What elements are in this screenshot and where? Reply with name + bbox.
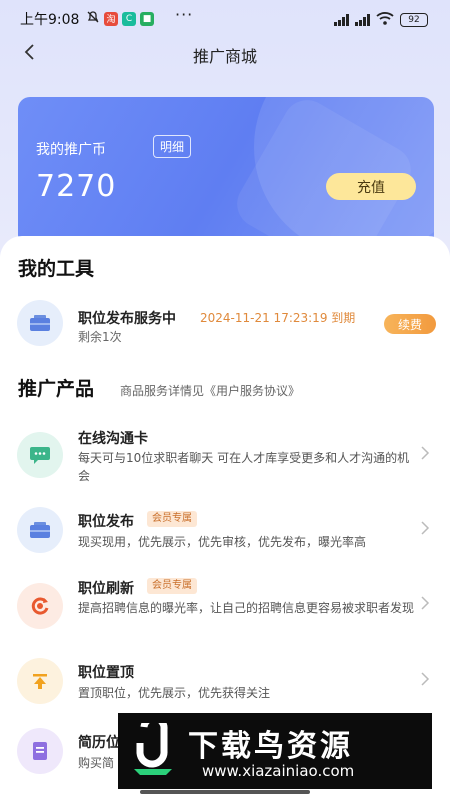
briefcase-icon — [17, 300, 63, 346]
watermark-url: www.xiazainiao.com — [202, 762, 355, 780]
app-notification-icon: C — [122, 11, 136, 26]
product-desc: 每天可与10位求职者聊天 可在人才库享受更多和人才沟通的机会 — [78, 451, 410, 483]
refresh-icon — [17, 583, 63, 629]
product-item[interactable]: 职位发布 会员专属 现买现用，优先展示，优先审核，优先发布，曝光率高 — [0, 507, 450, 561]
notification-icons: 淘 C ■ — [86, 9, 154, 28]
chat-icon — [17, 432, 63, 478]
more-notifications-icon: ··· — [175, 5, 194, 24]
resume-icon — [17, 728, 63, 774]
page-title: 推广商城 — [192, 47, 257, 66]
member-badge: 会员专属 — [147, 511, 197, 527]
pin-top-icon — [17, 658, 63, 704]
balance-card: 我的推广币 明细 7270 充值 — [18, 97, 434, 247]
wifi-icon — [376, 10, 394, 29]
member-badge: 会员专属 — [147, 578, 197, 594]
tool-name: 职位发布服务中 — [78, 311, 176, 327]
product-desc: 提高招聘信息的曝光率，让自己的招聘信息更容易被求职者发现 — [78, 601, 415, 615]
home-indicator[interactable] — [140, 790, 310, 794]
coin-balance: 7270 — [36, 169, 117, 204]
product-desc: 置顶职位，优先展示，优先获得关注 — [78, 686, 271, 700]
product-item[interactable]: 职位刷新 会员专属 提高招聘信息的曝光率，让自己的招聘信息更容易被求职者发现 — [0, 578, 450, 638]
briefcase-icon — [17, 507, 63, 553]
signal-icon — [334, 13, 349, 26]
service-agreement-link[interactable]: 商品服务详情见《用户服务协议》 — [120, 382, 300, 399]
app-notification-icon: 淘 — [104, 11, 118, 26]
tool-expire-time: 2024-11-21 17:23:19 到期 — [200, 311, 356, 325]
bird-logo-icon — [134, 723, 172, 775]
product-item[interactable]: 职位置顶 置顶职位，优先展示，优先获得关注 — [0, 658, 450, 712]
renew-button[interactable]: 续费 — [384, 314, 436, 334]
tool-remaining: 剩余1次 — [78, 330, 122, 344]
watermark-overlay: 下载鸟资源 www.xiazainiao.com — [118, 713, 432, 789]
product-name: 简历位 — [78, 735, 120, 751]
balance-label: 我的推广币 — [36, 142, 106, 158]
status-bar: 上午9:08 淘 C ■ ··· 92 — [0, 0, 450, 36]
product-name: 在线沟通卡 — [78, 431, 148, 447]
nav-header: 推广商城 — [0, 36, 450, 70]
recharge-button[interactable]: 充值 — [326, 173, 416, 200]
chevron-right-icon — [421, 672, 430, 686]
watermark-title: 下载鸟资源 — [188, 729, 353, 764]
detail-button[interactable]: 明细 — [153, 135, 192, 158]
chevron-right-icon — [421, 521, 430, 535]
product-name: 职位发布 — [78, 514, 134, 530]
battery-icon: 92 — [400, 12, 428, 27]
product-name: 职位置顶 — [78, 665, 134, 681]
status-time: 上午9:08 — [20, 12, 80, 28]
app-notification-icon: ■ — [140, 11, 154, 26]
tools-section-title: 我的工具 — [18, 258, 95, 280]
mute-icon — [86, 9, 100, 28]
signal-icon — [355, 13, 370, 26]
product-desc: 现买现用，优先展示，优先审核，优先发布，曝光率高 — [78, 535, 367, 549]
product-item[interactable]: 在线沟通卡 每天可与10位求职者聊天 可在人才库享受更多和人才沟通的机会 — [0, 428, 450, 488]
chevron-right-icon — [421, 446, 430, 460]
products-section-title: 推广产品 — [18, 378, 95, 400]
product-name: 职位刷新 — [78, 581, 134, 597]
system-icons: 92 — [334, 10, 428, 29]
chevron-right-icon — [421, 596, 430, 610]
